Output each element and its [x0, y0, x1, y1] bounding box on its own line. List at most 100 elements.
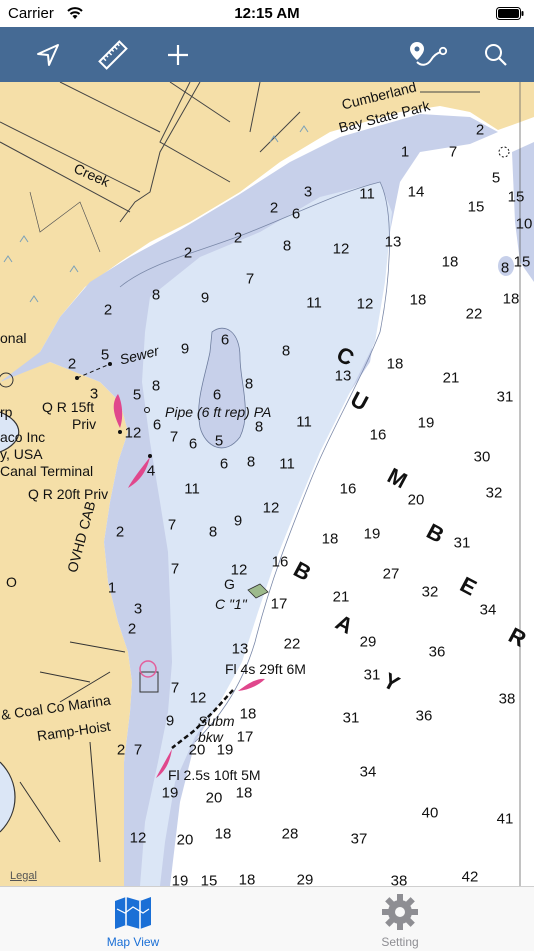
- depth-sounding: 7: [133, 741, 143, 759]
- depth-sounding: 8: [281, 342, 291, 360]
- depth-sounding: 19: [417, 414, 435, 432]
- depth-sounding: 12: [189, 689, 207, 707]
- depth-sounding: 20: [407, 491, 425, 509]
- gear-icon: [382, 894, 418, 930]
- depth-sounding: 6: [220, 331, 230, 349]
- map-toolbar: [0, 27, 534, 82]
- depth-sounding: 34: [479, 601, 497, 619]
- depth-sounding: 11: [279, 455, 295, 473]
- depth-sounding: 11: [184, 480, 200, 498]
- depth-sounding: 41: [496, 810, 514, 828]
- depth-sounding: 5: [132, 386, 142, 404]
- depth-sounding: 9: [165, 712, 175, 730]
- depth-sounding: 2: [67, 355, 77, 373]
- depth-sounding: 19: [161, 784, 179, 802]
- depth-sounding: 32: [421, 583, 439, 601]
- depth-sounding: 10: [515, 215, 533, 233]
- search-button[interactable]: [478, 37, 514, 73]
- depth-sounding: 8: [151, 377, 161, 395]
- add-button[interactable]: [160, 37, 196, 73]
- depth-sounding: 38: [390, 872, 408, 887]
- depth-sounding: 6: [219, 455, 229, 473]
- depth-sounding: 6: [152, 416, 162, 434]
- depth-sounding: 12: [356, 295, 374, 313]
- chart-background: [0, 82, 534, 886]
- depth-sounding: 7: [170, 679, 180, 697]
- depth-sounding: 4: [146, 462, 156, 480]
- depth-sounding: 31: [363, 666, 381, 684]
- depth-sounding: 9: [180, 340, 190, 358]
- depth-sounding: 12: [129, 829, 147, 847]
- location-arrow-icon: [37, 44, 59, 66]
- depth-sounding: 16: [369, 426, 387, 444]
- depth-sounding: 36: [428, 643, 446, 661]
- depth-sounding: 5: [100, 346, 110, 364]
- depth-sounding: 11: [359, 185, 375, 203]
- chart-label: Pipe (6 ft rep) PA: [165, 404, 272, 420]
- depth-sounding: 6: [291, 205, 301, 223]
- locate-button[interactable]: [30, 37, 66, 73]
- route-button[interactable]: [406, 37, 450, 73]
- depth-sounding: 15: [507, 188, 525, 206]
- depth-sounding: 20: [176, 831, 194, 849]
- depth-sounding: 18: [502, 290, 520, 308]
- depth-sounding: 18: [409, 291, 427, 309]
- depth-sounding: 8: [244, 375, 254, 393]
- depth-sounding: 31: [453, 534, 471, 552]
- depth-sounding: 2: [103, 301, 113, 319]
- depth-sounding: 40: [421, 804, 439, 822]
- legal-link[interactable]: Legal: [10, 870, 37, 882]
- depth-sounding: 38: [498, 690, 516, 708]
- depth-sounding: 8: [500, 259, 510, 277]
- tab-setting[interactable]: Setting: [325, 891, 475, 949]
- chart-label: O: [6, 574, 17, 590]
- depth-sounding: 34: [359, 763, 377, 781]
- depth-sounding: 13: [231, 640, 249, 658]
- nautical-chart-map[interactable]: 2 1 7 5 3 11 14 15 15 2 6 10 2 8 12 13 18 8 15 2 7 8 9 11 12 18 22…: [0, 82, 534, 886]
- depth-sounding: 2: [116, 741, 126, 759]
- depth-sounding: 8: [151, 286, 161, 304]
- depth-sounding: 19: [363, 525, 381, 543]
- chart-label: Subm: [198, 713, 235, 729]
- depth-sounding: 3: [133, 600, 143, 618]
- depth-sounding: 21: [442, 369, 460, 387]
- measure-button[interactable]: [95, 37, 131, 73]
- ruler-icon: [98, 40, 128, 70]
- chart-label: Q R 15ft: [42, 399, 95, 415]
- search-icon: [485, 44, 507, 66]
- chart-label: Canal Terminal: [0, 463, 94, 479]
- depth-sounding: 27: [382, 565, 400, 583]
- depth-sounding: 7: [170, 560, 180, 578]
- depth-sounding: 11: [296, 413, 312, 431]
- depth-sounding: 12: [124, 424, 142, 442]
- depth-sounding: 9: [233, 512, 243, 530]
- depth-sounding: 2: [115, 523, 125, 541]
- tab-map-view[interactable]: Map View: [58, 891, 208, 949]
- chart-label: aco Inc: [0, 429, 46, 445]
- depth-sounding: 2: [233, 229, 243, 247]
- depth-sounding: 5: [214, 432, 224, 450]
- depth-sounding: 8: [208, 523, 218, 541]
- depth-sounding: 6: [212, 386, 222, 404]
- depth-sounding: 14: [407, 183, 425, 201]
- status-bar: Carrier 12:15 AM: [0, 0, 534, 27]
- depth-sounding: 16: [339, 480, 357, 498]
- depth-sounding: 29: [359, 633, 377, 651]
- map-icon: [115, 897, 151, 929]
- tab-label-setting: Setting: [381, 935, 419, 949]
- depth-sounding: 7: [167, 516, 177, 534]
- depth-sounding: 19: [171, 872, 189, 887]
- depth-sounding: 18: [441, 253, 459, 271]
- depth-sounding: 28: [281, 825, 299, 843]
- depth-sounding: 16: [271, 553, 289, 571]
- depth-sounding: 37: [350, 830, 368, 848]
- tab-bar: Map View Setting: [0, 886, 534, 951]
- chart-label: onal: [0, 330, 27, 346]
- depth-sounding: 18: [238, 871, 256, 887]
- depth-sounding: 17: [270, 595, 288, 613]
- depth-sounding: 18: [321, 530, 339, 548]
- depth-sounding: 15: [200, 872, 218, 887]
- depth-sounding: 18: [386, 355, 404, 373]
- status-time: 12:15 AM: [234, 5, 300, 22]
- depth-sounding: 1: [107, 579, 117, 597]
